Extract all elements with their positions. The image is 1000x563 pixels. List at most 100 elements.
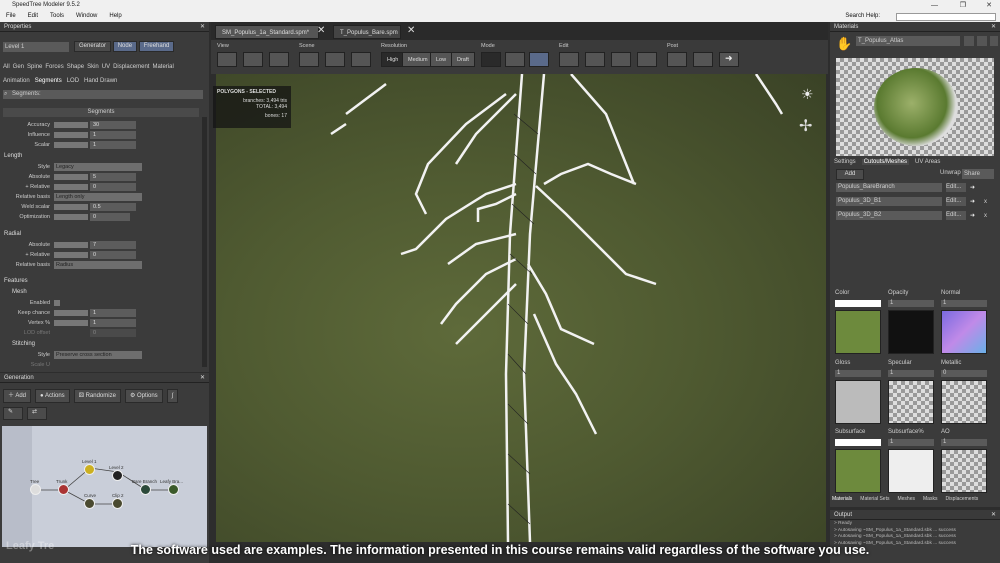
tab-displacements[interactable]: Displacements [945,496,978,502]
tab-forces[interactable]: Forces [45,64,63,70]
edit-button[interactable]: Edit... [946,197,966,206]
opacity-value[interactable]: 1 [888,300,934,307]
resolution-low[interactable]: Low [430,52,453,67]
tab-skin[interactable]: Skin [87,64,99,70]
remove-icon[interactable]: x [984,197,987,207]
mesh-select[interactable]: Populus_3D_B2 [836,211,942,220]
actions-button[interactable]: ● Actions [35,389,70,403]
light-icon[interactable]: ☀ [801,86,814,103]
resolution-high[interactable]: High [381,52,405,67]
arrow-right-icon[interactable]: ➜ [970,197,975,207]
menu-edit[interactable]: Edit [28,11,38,22]
color-texture-slot[interactable] [835,310,881,354]
stitch-style-select[interactable]: Preserve cross section [54,351,142,359]
color-swatch[interactable] [835,300,881,307]
scene-button-1[interactable] [299,52,319,67]
graph-node-clip[interactable] [112,498,123,509]
tab-spine[interactable]: Spine [27,64,42,70]
subsurface-texture-slot[interactable] [835,449,881,493]
edit-move-button[interactable] [559,52,579,67]
pencil-button[interactable]: ✎ [3,407,23,420]
subsurface-swatch[interactable] [835,439,881,446]
enabled-checkbox[interactable] [54,300,60,306]
optimization-field[interactable]: 0 [90,213,130,221]
randomize-button[interactable]: ⚄ Randomize [73,389,121,403]
generation-graph[interactable]: Tree Trunk Level 1 Level 2 Bare Branch L… [2,426,207,547]
tab-animation[interactable]: Animation [3,78,30,84]
tab-settings[interactable]: Settings [834,159,856,165]
vertex-field[interactable]: 1 [90,319,136,327]
specular-value[interactable]: 1 [888,370,934,377]
edit-button[interactable]: Edit... [946,183,966,192]
tab-gen[interactable]: Gen [13,64,24,70]
minimize-icon[interactable]: — [931,0,938,11]
view-globe-button[interactable] [269,52,289,67]
close-icon[interactable]: ✕ [317,25,325,36]
tab-material-sets[interactable]: Material Sets [860,496,889,502]
graph-node-curve[interactable] [84,498,95,509]
scene-button-3[interactable] [351,52,371,67]
layout-button[interactable]: ⇄ [27,407,47,420]
graph-node-tree[interactable] [30,484,41,495]
share-select[interactable]: Share [962,169,994,179]
opacity-texture-slot[interactable] [888,310,934,354]
tab-cutouts-meshes[interactable]: Cutouts/Meshes [861,159,910,165]
resolution-medium[interactable]: Medium [402,52,434,67]
tab-all[interactable]: All [3,64,10,70]
relative-basis-select[interactable]: Length only [54,193,142,201]
hand-icon[interactable]: ✋ [836,36,852,52]
level-field[interactable]: Level 1 [3,42,69,52]
edit-button[interactable]: Edit... [946,211,966,220]
graph-node-level-2[interactable] [112,470,123,481]
close-icon[interactable]: ✕ [200,373,205,383]
menu-help[interactable]: Help [109,11,121,22]
graph-node-trunk[interactable] [58,484,69,495]
normal-value[interactable]: 1 [941,300,987,307]
add-mesh-button[interactable]: Add [836,169,864,180]
scene-button-2[interactable] [325,52,345,67]
trash-icon[interactable] [990,36,998,46]
absolute-field[interactable]: 5 [90,173,136,181]
properties-scrollbar[interactable] [202,117,207,367]
view-eye-button[interactable] [243,52,263,67]
3d-viewport[interactable]: ☀ ✢ [216,74,826,542]
tab-lod[interactable]: LOD [67,78,79,84]
ao-value[interactable]: 1 [941,439,987,446]
close-icon[interactable]: ✕ [200,22,205,32]
tab-segments[interactable]: Segments [35,78,62,84]
normal-texture-slot[interactable] [941,310,987,354]
post-arrow-button[interactable]: ➜ [719,52,739,67]
graph-node-level-1[interactable] [84,464,95,475]
material-select[interactable]: T_Populus_Atlas [856,36,960,46]
close-icon[interactable]: ✕ [991,510,996,520]
mode-tree-button[interactable] [481,52,501,67]
subsurface-pct-value[interactable]: 1 [888,439,934,446]
metallic-texture-slot[interactable] [941,380,987,424]
influence-field[interactable]: 1 [90,131,136,139]
style-select[interactable]: Legacy [54,163,142,171]
freehand-button[interactable]: Freehand [138,41,175,52]
menu-tools[interactable]: Tools [50,11,64,22]
add-button[interactable]: ＋ Add [3,389,32,403]
subsurface-pct-texture-slot[interactable] [888,449,934,493]
edit-erase-button[interactable] [637,52,657,67]
resolution-draft[interactable]: Draft [451,52,475,67]
scalar-field[interactable]: 1 [90,141,136,149]
mode-select-button[interactable] [529,52,549,67]
node-button[interactable]: Node [112,41,138,52]
tab-displacement[interactable]: Displacement [113,64,149,70]
radial-basis-select[interactable]: Radius [54,261,142,269]
tab-meshes[interactable]: Meshes [897,496,915,502]
gloss-texture-slot[interactable] [835,380,881,424]
graph-node-bare-branch[interactable] [140,484,151,495]
weld-scalar-field[interactable]: 0.5 [90,203,136,211]
post-button-1[interactable] [667,52,687,67]
keep-chance-field[interactable]: 1 [90,309,136,317]
tab-shape[interactable]: Shape [67,64,84,70]
tab-sm-populus[interactable]: SM_Populus_1a_Standard.spm* [215,25,319,39]
relative-field[interactable]: 0 [90,183,136,191]
mesh-select[interactable]: Populus_3D_B1 [836,197,942,206]
curve-button[interactable]: ∫ [166,389,179,403]
arrow-right-icon[interactable]: ➜ [970,211,975,221]
search-input[interactable] [896,13,996,21]
